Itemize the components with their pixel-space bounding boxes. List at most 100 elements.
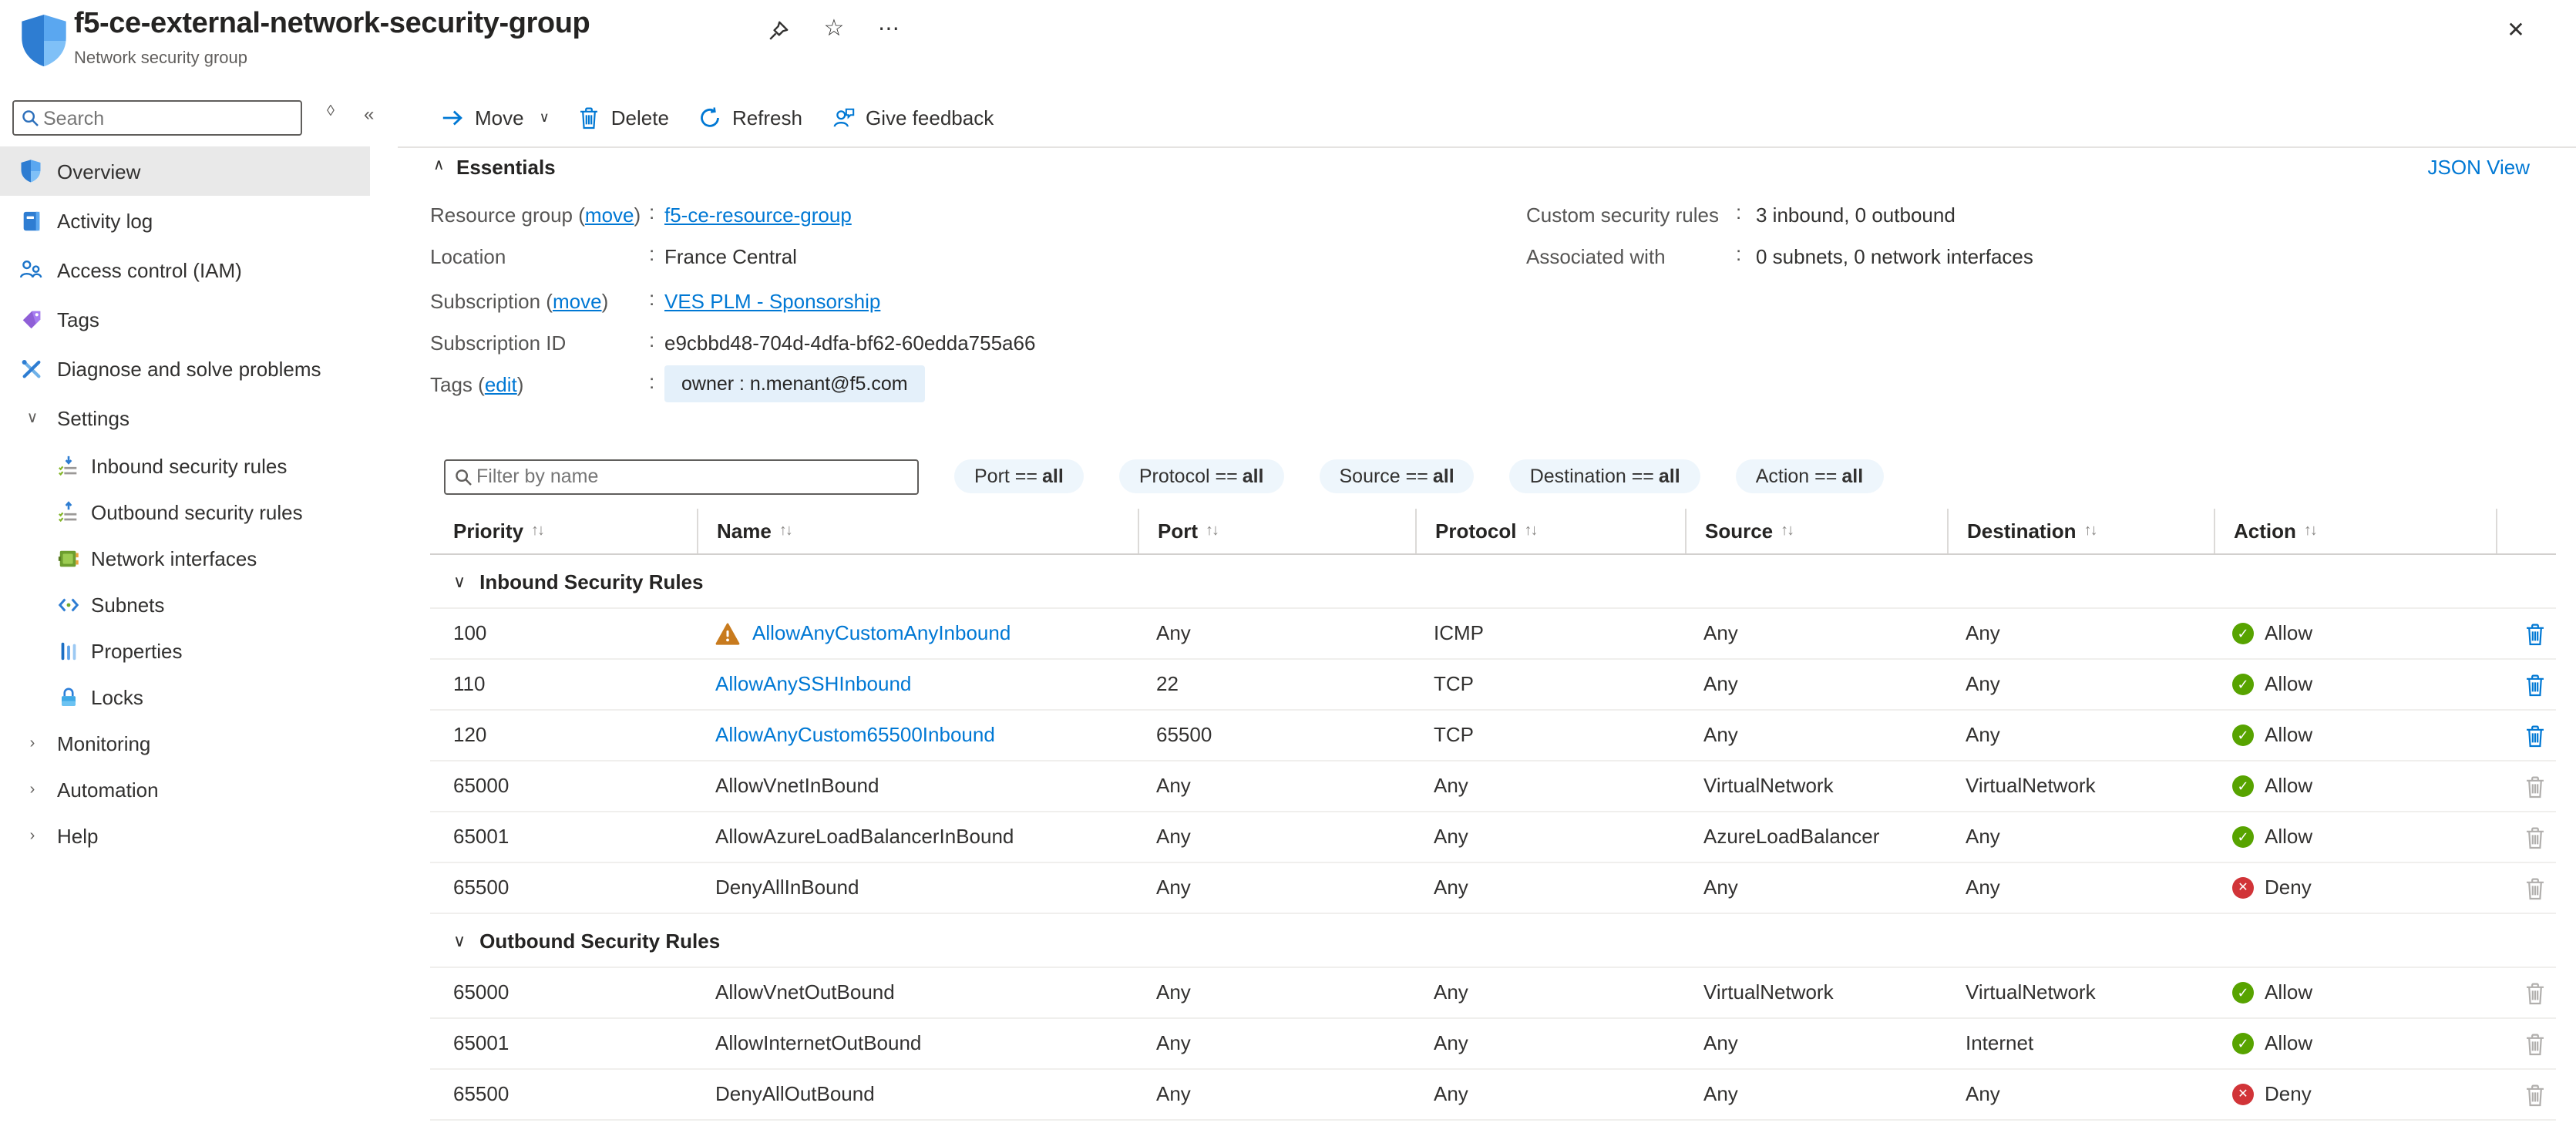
menu-search-box[interactable] xyxy=(12,100,302,136)
inbound-section-header: ∨ Inbound Security Rules xyxy=(430,555,2556,609)
collapse-essentials-icon[interactable]: ∧ xyxy=(433,157,445,174)
rule-source: Any xyxy=(1685,609,1947,658)
sidebar-item-outbound-rules[interactable]: Outbound security rules xyxy=(0,489,370,535)
delete-rule-icon[interactable] xyxy=(2525,673,2545,696)
colon: : xyxy=(649,200,654,224)
menu-expander-icon[interactable]: ◊ xyxy=(327,103,335,120)
column-header-protocol[interactable]: Protocol xyxy=(1415,509,1685,553)
pill-value: all xyxy=(1243,466,1264,487)
rule-protocol: ICMP xyxy=(1415,609,1685,658)
resource-group-move-link[interactable]: move xyxy=(585,203,634,227)
network-interfaces-icon xyxy=(55,546,80,570)
column-header-priority[interactable]: Priority xyxy=(430,509,697,553)
rule-port: Any xyxy=(1138,761,1415,811)
rule-row: 65000 AllowVnetOutBound Any Any VirtualN… xyxy=(430,968,2556,1019)
filter-pill-destination[interactable]: Destination ==all xyxy=(1510,459,1700,493)
more-options-icon[interactable]: ⋯ xyxy=(873,11,906,45)
json-view-link[interactable]: JSON View xyxy=(2428,156,2530,179)
rule-row: 65000 AllowVnetInBound Any Any VirtualNe… xyxy=(430,761,2556,812)
delete-rule-icon-disabled xyxy=(2525,876,2545,899)
rule-delete-cell xyxy=(2496,1070,2556,1119)
sidebar-item-subnets[interactable]: Subnets xyxy=(0,581,370,627)
menu-items: Overview Activity log Access control (IA… xyxy=(0,146,398,859)
filter-pill-port[interactable]: Port ==all xyxy=(954,459,1084,493)
rule-action-cell: Deny xyxy=(2214,863,2496,913)
column-header-port[interactable]: Port xyxy=(1138,509,1415,553)
outbound-rules-icon xyxy=(55,499,80,524)
move-button[interactable]: Move ∨ xyxy=(441,106,550,129)
resource-group-label-close: ) xyxy=(634,203,641,227)
rule-priority: 120 xyxy=(430,711,697,760)
tags-edit-link[interactable]: edit xyxy=(485,373,517,396)
filter-pill-source[interactable]: Source ==all xyxy=(1320,459,1475,493)
page-title: f5-ce-external-network-security-group xyxy=(74,8,590,42)
search-icon xyxy=(20,108,40,128)
refresh-button[interactable]: Refresh xyxy=(698,106,802,129)
sidebar-item-locks[interactable]: Locks xyxy=(0,674,370,720)
rule-source: Any xyxy=(1685,711,1947,760)
menu-search-input[interactable] xyxy=(40,106,294,130)
column-header-action[interactable]: Action xyxy=(2214,509,2496,553)
column-header-destination[interactable]: Destination xyxy=(1947,509,2214,553)
pin-icon[interactable] xyxy=(762,14,795,48)
delete-button[interactable]: Delete xyxy=(579,106,669,129)
rule-source: VirtualNetwork xyxy=(1685,761,1947,811)
rule-row: 65500 DenyAllInBound Any Any Any Any Den… xyxy=(430,863,2556,914)
sidebar-item-access-control[interactable]: Access control (IAM) xyxy=(0,245,370,294)
filter-pill-action[interactable]: Action ==all xyxy=(1736,459,1883,493)
sidebar-item-properties[interactable]: Properties xyxy=(0,627,370,674)
colon: : xyxy=(649,287,654,310)
filter-by-name-input[interactable] xyxy=(473,464,910,489)
rule-name-link[interactable]: AllowAnyCustomAnyInbound xyxy=(752,609,1011,658)
action-label: Deny xyxy=(2265,863,2312,913)
sidebar-item-inbound-rules[interactable]: Inbound security rules xyxy=(0,442,370,489)
close-icon[interactable]: ✕ xyxy=(2499,12,2533,46)
give-feedback-button[interactable]: Give feedback xyxy=(832,106,994,129)
lock-icon xyxy=(55,684,80,709)
sidebar-item-tags[interactable]: Tags xyxy=(0,294,370,344)
sidebar-group-settings[interactable]: ∨ Settings xyxy=(0,393,370,442)
favorite-star-icon[interactable]: ☆ xyxy=(817,11,851,45)
location-value: France Central xyxy=(664,242,797,273)
location-label: Location xyxy=(430,242,506,273)
sidebar-item-network-interfaces[interactable]: Network interfaces xyxy=(0,535,370,581)
rule-source: Any xyxy=(1685,863,1947,913)
subscription-value-link[interactable]: VES PLM - Sponsorship xyxy=(664,287,880,318)
rule-port: Any xyxy=(1138,863,1415,913)
sidebar-item-diagnose[interactable]: Diagnose and solve problems xyxy=(0,344,370,393)
resource-group-value-link[interactable]: f5-ce-resource-group xyxy=(664,200,852,231)
filter-pill-protocol[interactable]: Protocol ==all xyxy=(1119,459,1284,493)
pill-label: Destination == xyxy=(1530,466,1654,487)
sidebar-item-activity-log[interactable]: Activity log xyxy=(0,196,370,245)
sidebar-group-help[interactable]: › Help xyxy=(0,812,370,859)
diagnose-tools-icon xyxy=(18,356,43,381)
essentials-title[interactable]: Essentials xyxy=(456,156,556,179)
rule-name-cell: AllowAnySSHInbound xyxy=(697,660,1138,709)
colon: : xyxy=(1736,242,1741,265)
chevron-down-icon[interactable]: ∨ xyxy=(453,571,466,591)
chevron-right-icon: › xyxy=(23,781,42,798)
chevron-down-icon[interactable]: ∨ xyxy=(453,930,466,950)
delete-rule-icon[interactable] xyxy=(2525,622,2545,645)
rule-name-cell: AllowInternetOutBound xyxy=(697,1019,1138,1068)
subscription-id-value: e9cbbd48-704d-4dfa-bf62-60edda755a66 xyxy=(664,328,1035,359)
rule-destination: Internet xyxy=(1947,1019,2214,1068)
move-arrow-icon xyxy=(441,106,464,129)
sidebar-item-overview[interactable]: Overview xyxy=(0,146,370,196)
rule-action-cell: Allow xyxy=(2214,609,2496,658)
delete-rule-icon[interactable] xyxy=(2525,724,2545,747)
rule-name-link[interactable]: AllowAnySSHInbound xyxy=(715,660,911,709)
sidebar-group-monitoring[interactable]: › Monitoring xyxy=(0,720,370,766)
subscription-move-link[interactable]: move xyxy=(553,290,602,313)
column-header-source[interactable]: Source xyxy=(1685,509,1947,553)
delete-rule-icon-disabled xyxy=(2525,1083,2545,1106)
sidebar-group-automation[interactable]: › Automation xyxy=(0,766,370,812)
rule-name-link[interactable]: AllowAnyCustom65500Inbound xyxy=(715,711,995,760)
rule-source: Any xyxy=(1685,1070,1947,1119)
allow-check-icon xyxy=(2232,826,2254,848)
filter-by-name-box[interactable] xyxy=(444,459,919,494)
rule-priority: 65500 xyxy=(430,863,697,913)
collapse-menu-icon[interactable]: « xyxy=(364,103,374,125)
column-header-name[interactable]: Name xyxy=(697,509,1138,553)
tag-badge[interactable]: owner : n.menant@f5.com xyxy=(664,365,925,402)
